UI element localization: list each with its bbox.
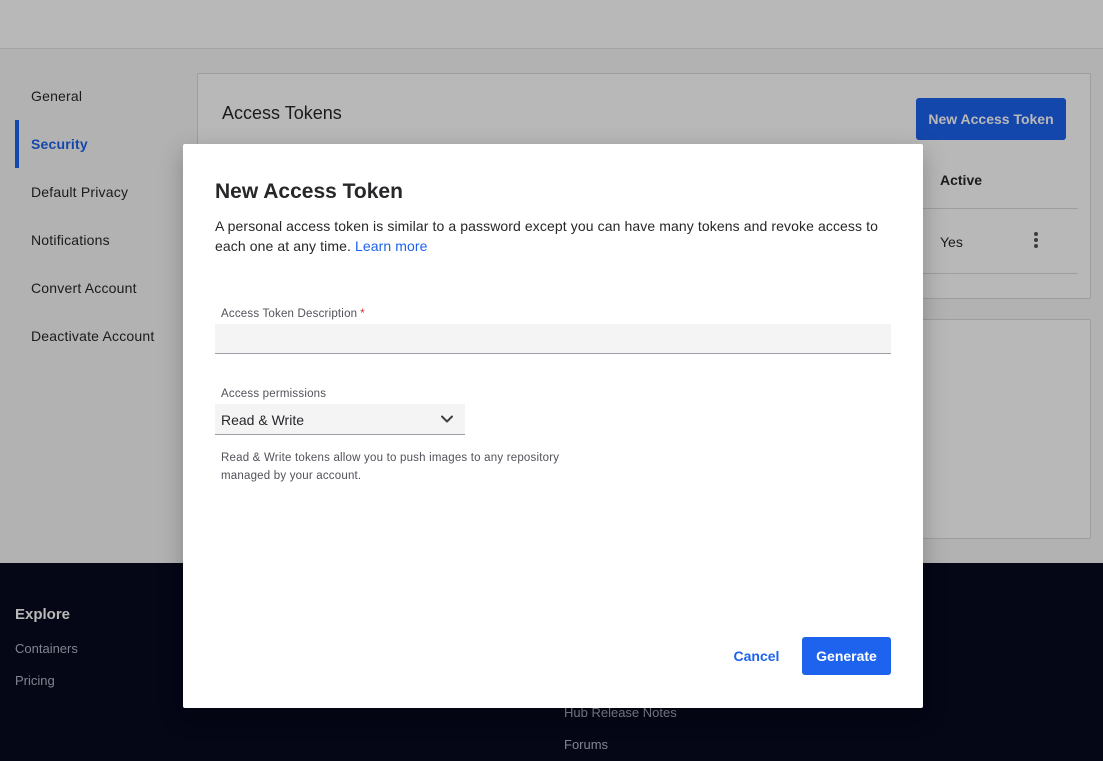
learn-more-link[interactable]: Learn more	[355, 238, 428, 254]
dialog-title: New Access Token	[215, 180, 403, 203]
dialog-description-text: A personal access token is similar to a …	[215, 218, 878, 254]
access-permissions-label: Access permissions	[221, 388, 327, 400]
access-permissions-value: Read & Write	[221, 412, 304, 428]
token-description-label: Access Token Description *	[221, 308, 365, 320]
new-access-token-dialog: New Access Token A personal access token…	[183, 144, 923, 708]
generate-button[interactable]: Generate	[802, 637, 891, 675]
token-description-label-text: Access Token Description	[221, 308, 358, 320]
token-description-input[interactable]	[215, 324, 891, 354]
access-permissions-helper-text: Read & Write tokens allow you to push im…	[221, 452, 560, 482]
dialog-description: A personal access token is similar to a …	[215, 216, 891, 256]
required-mark: *	[360, 308, 365, 320]
access-permissions-select[interactable]: Read & Write	[215, 404, 465, 435]
chevron-down-icon	[441, 415, 453, 423]
cancel-button[interactable]: Cancel	[724, 637, 789, 675]
